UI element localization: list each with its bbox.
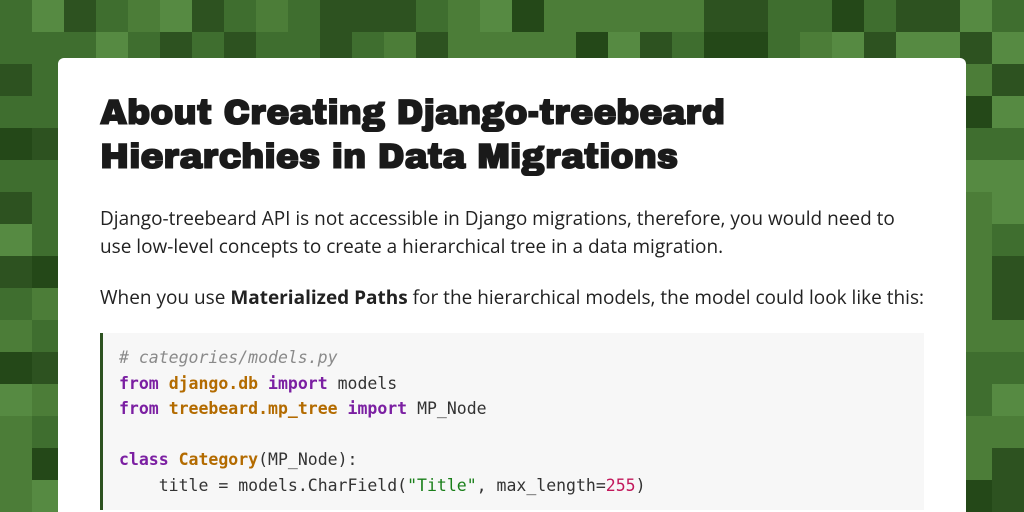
p2-strong: Materialized Paths [230, 284, 407, 310]
code-id-2: MP_Node [417, 399, 487, 418]
code-lhs: title = models.CharField( [159, 476, 407, 495]
article-paragraph-2: When you use Materialized Paths for the … [100, 283, 924, 312]
code-paren-open: ( [258, 450, 268, 469]
code-close: ) [636, 476, 646, 495]
article-title: About Creating Django-treebeard Hierarch… [100, 92, 924, 180]
article-card: About Creating Django-treebeard Hierarch… [58, 58, 966, 512]
code-classname: Category [179, 450, 258, 469]
code-kw-import-2: import [348, 399, 408, 418]
code-kw-from-2: from [119, 399, 159, 418]
code-paren-close: ): [338, 450, 358, 469]
code-kw-class: class [119, 450, 169, 469]
code-block: # categories/models.py from django.db im… [100, 333, 924, 510]
code-kw-import-1: import [268, 374, 328, 393]
p2-pre: When you use [100, 284, 230, 310]
code-base: MP_Node [268, 450, 338, 469]
code-indent [119, 476, 159, 495]
article-paragraph-1: Django-treebeard API is not accessible i… [100, 204, 924, 261]
code-mod-2: treebeard.mp_tree [169, 399, 338, 418]
code-num: 255 [606, 476, 636, 495]
code-comment: # categories/models.py [119, 348, 338, 367]
code-id-1: models [338, 374, 398, 393]
code-mod-1: django.db [169, 374, 258, 393]
code-str: "Title" [407, 476, 477, 495]
p2-post: for the hierarchical models, the model c… [408, 284, 924, 310]
code-kw-from-1: from [119, 374, 159, 393]
code-comma: , max_length= [477, 476, 606, 495]
